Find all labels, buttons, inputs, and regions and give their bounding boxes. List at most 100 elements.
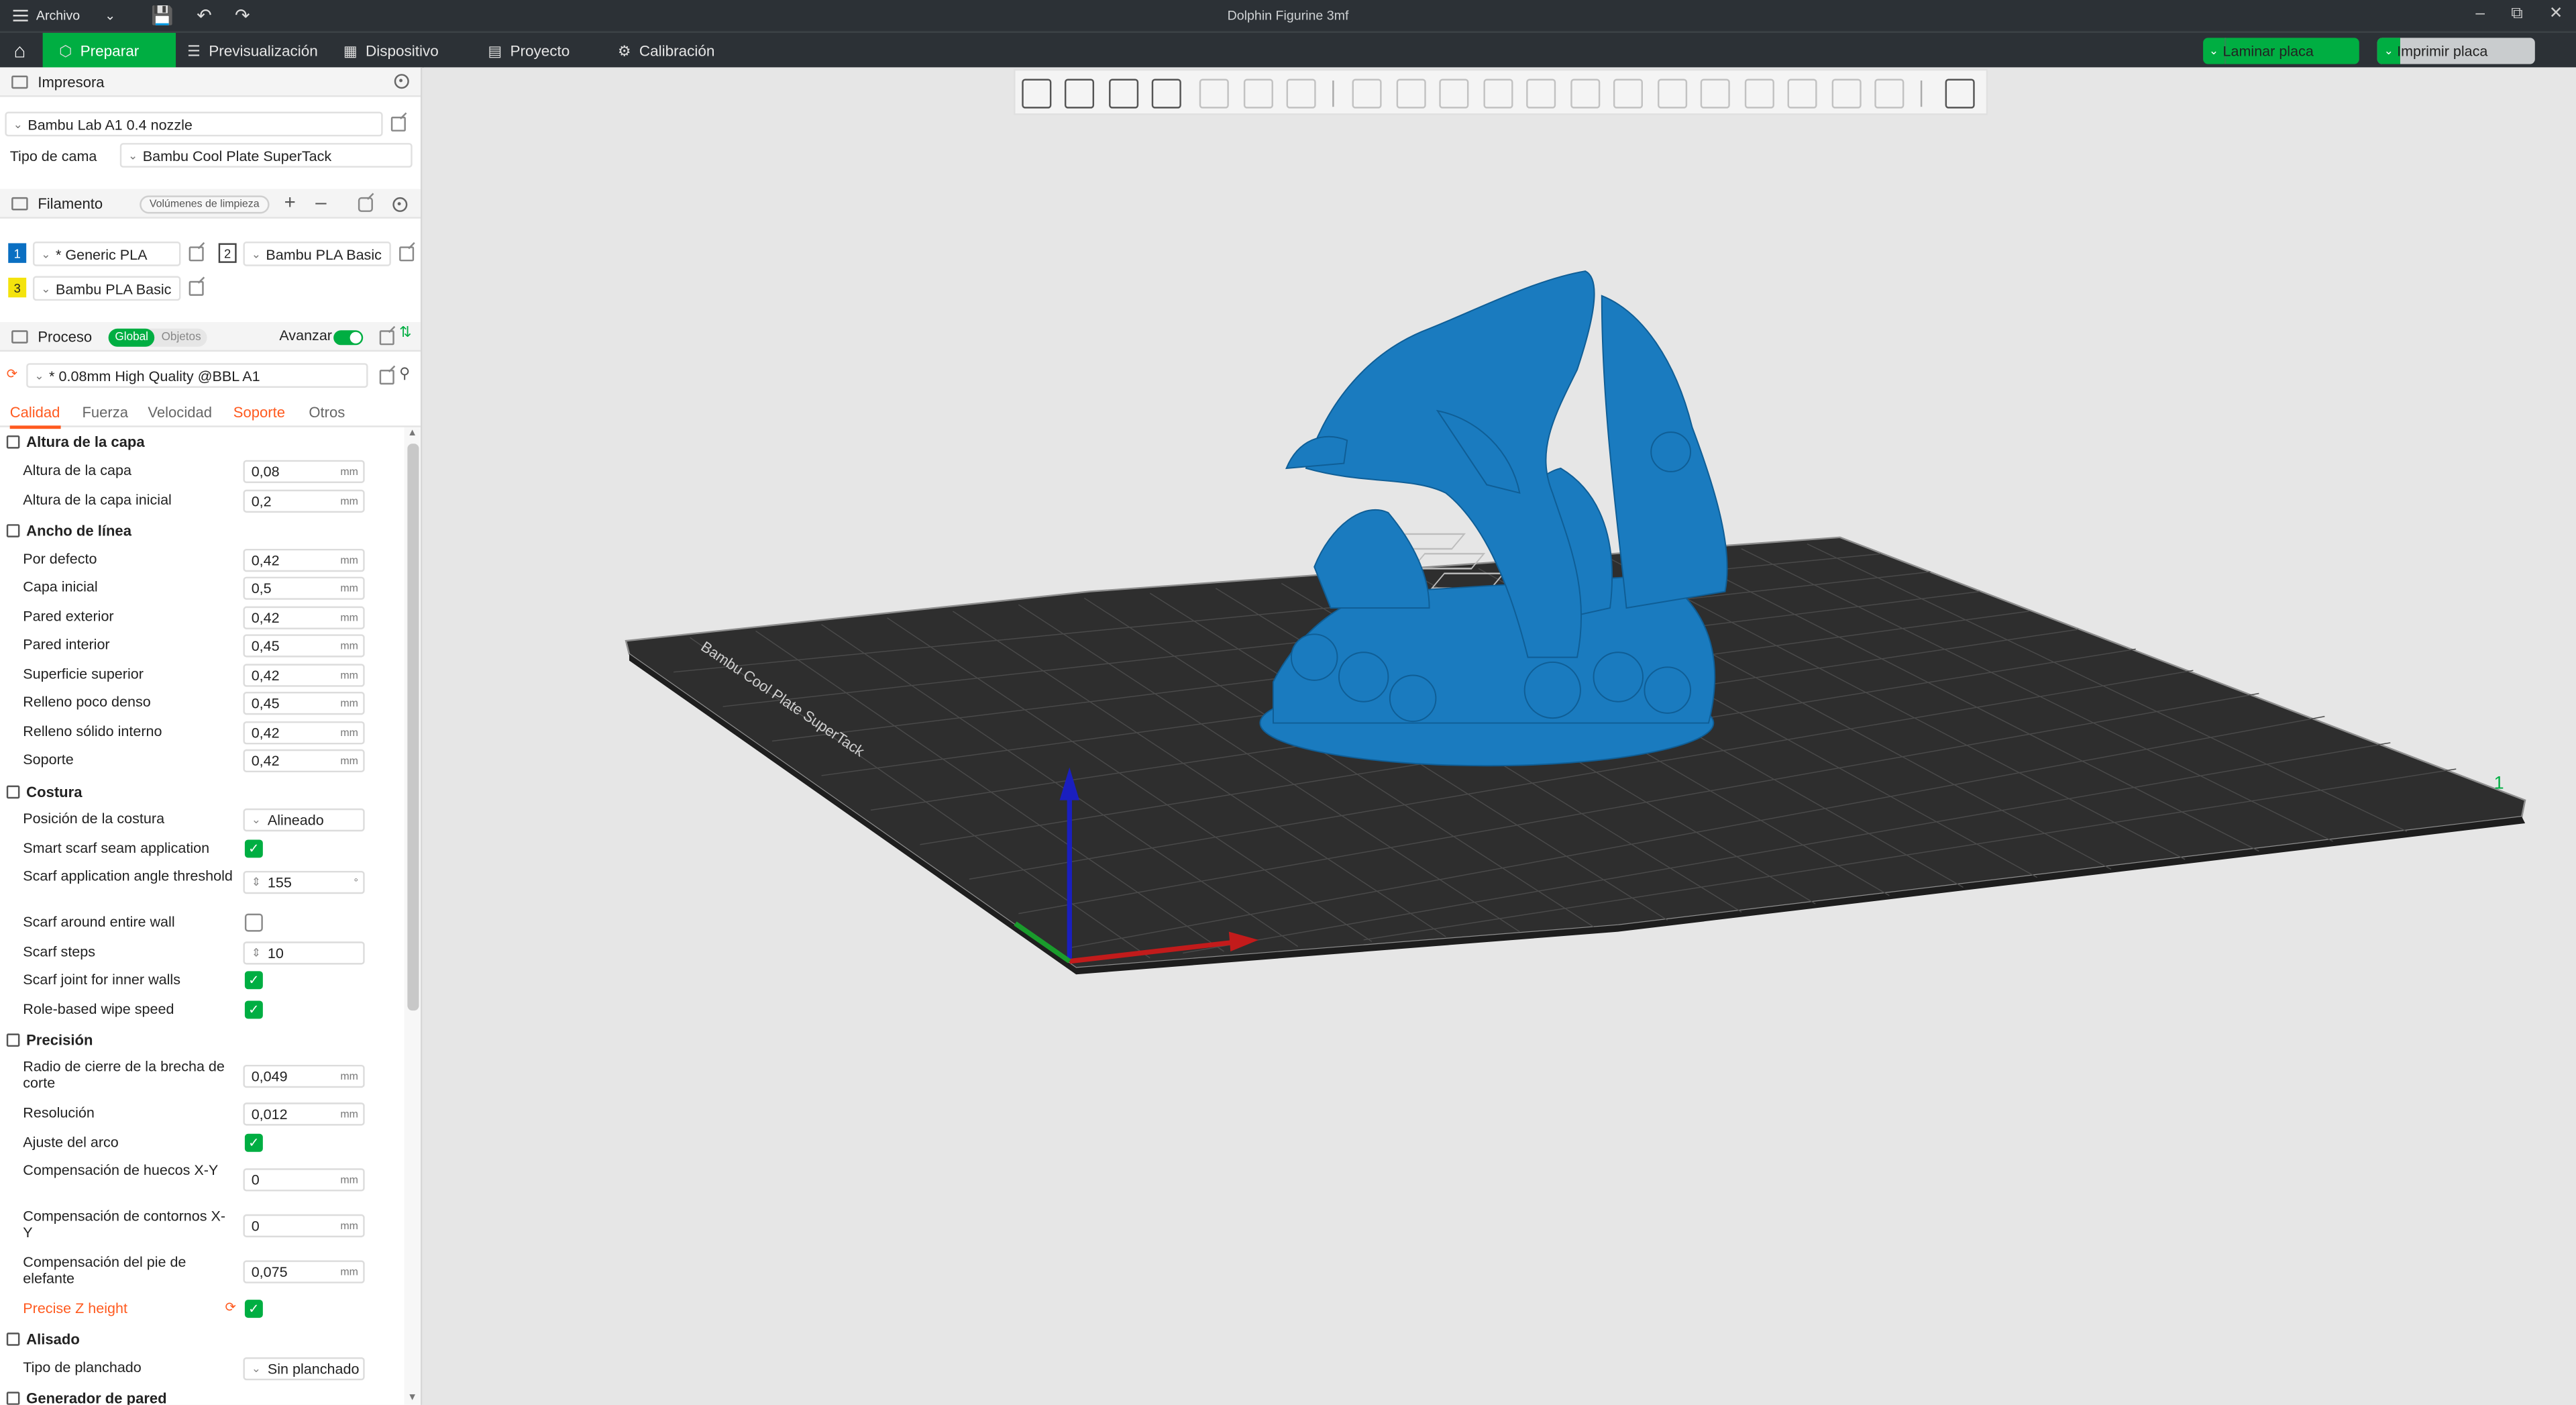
compare-icon[interactable]: ⇅: [399, 323, 411, 342]
add-icon[interactable]: +: [284, 191, 296, 213]
chevron-down-icon: ⌄: [251, 1363, 262, 1375]
unit-label: mm: [340, 756, 358, 768]
slice-plate-button[interactable]: ⌄ Laminar placa: [2203, 38, 2359, 64]
global-option[interactable]: Global: [108, 328, 155, 347]
ironing-type-select[interactable]: ⌄ Sin planchado: [243, 1357, 365, 1381]
process-profile-select[interactable]: ⌄ * 0.08mm High Quality @BBL A1: [26, 363, 368, 388]
stepper-icon[interactable]: ⇕: [252, 876, 261, 889]
unit-label: mm: [340, 641, 358, 653]
tab-project[interactable]: ▤ Proyecto: [472, 33, 586, 69]
xy-hole-comp-input[interactable]: 0 mm: [243, 1168, 365, 1192]
reset-icon[interactable]: ⟳: [225, 1300, 236, 1314]
elephant-foot-input[interactable]: 0,075 mm: [243, 1260, 365, 1284]
filament-slot-2-select[interactable]: ⌄ Bambu PLA Basic: [243, 242, 391, 266]
tab-support[interactable]: Soporte: [233, 404, 285, 420]
scarf-steps-input[interactable]: ⇕ 10: [243, 941, 365, 965]
group-title: Costura: [26, 784, 83, 800]
save-profile-icon[interactable]: [379, 370, 394, 385]
support-width-input[interactable]: 0,42 mm: [243, 749, 365, 773]
tab-preview[interactable]: ☰ Previsualización: [171, 33, 335, 69]
scarf-entire-wall-checkbox[interactable]: [244, 913, 263, 932]
precise-z-checkbox[interactable]: ✓: [244, 1300, 263, 1318]
gear-icon[interactable]: [394, 74, 409, 89]
slice-gap-input[interactable]: 0,049 mm: [243, 1064, 365, 1088]
outer-wall-width-input[interactable]: 0,42 mm: [243, 606, 365, 629]
setting-value: Alineado: [267, 811, 324, 829]
close-icon[interactable]: ✕: [2549, 5, 2563, 23]
minimize-icon[interactable]: –: [2475, 5, 2485, 23]
bed-type-select[interactable]: ⌄ Bambu Cool Plate SuperTack: [119, 143, 413, 168]
settings-list[interactable]: Altura de la capa Altura de la capa 0,08…: [0, 427, 421, 1405]
first-layer-width-input[interactable]: 0,5 mm: [243, 576, 365, 600]
tab-strength[interactable]: Fuerza: [82, 404, 128, 420]
filament-slot-1-select[interactable]: ⌄ * Generic PLA: [32, 242, 181, 266]
scene-canvas[interactable]: Bambu Cool Plate SuperTack 1: [424, 67, 2576, 1404]
tab-speed[interactable]: Velocidad: [148, 404, 212, 420]
unit-label: mm: [340, 698, 358, 710]
filament-slot-3-chip[interactable]: 3: [8, 277, 27, 298]
gear-icon[interactable]: [392, 197, 408, 212]
unit-label: mm: [340, 496, 358, 508]
wall-generator-group: Generador de pared: [0, 1387, 404, 1405]
3d-viewport[interactable]: Bambu Cool Plate SuperTack 1: [423, 67, 2576, 1405]
printer-section-header[interactable]: Impresora: [0, 67, 421, 97]
setting-value: 0: [251, 1217, 260, 1235]
solid-infill-width-input[interactable]: 0,42 mm: [243, 721, 365, 745]
seam-position-select[interactable]: ⌄ Alineado: [243, 808, 365, 832]
tab-device[interactable]: ▦ Dispositivo: [327, 33, 455, 69]
top-surface-width-input[interactable]: 0,42 mm: [243, 664, 365, 687]
tab-others[interactable]: Otros: [309, 404, 345, 420]
filament-slot-3-select[interactable]: ⌄ Bambu PLA Basic: [32, 276, 181, 301]
home-icon[interactable]: ⌂: [0, 33, 40, 69]
global-objects-toggle[interactable]: Global Objetos: [108, 328, 208, 347]
scrollbar-thumb[interactable]: [407, 444, 419, 1011]
setting-value: 0,049: [251, 1068, 288, 1085]
edit-icon[interactable]: [189, 280, 204, 296]
reset-icon[interactable]: ⟳: [7, 366, 17, 381]
print-plate-button[interactable]: ⌄ Imprimir placa: [2377, 38, 2535, 64]
arc-fitting-checkbox[interactable]: ✓: [244, 1133, 263, 1152]
setting-value: 0,42: [251, 725, 280, 741]
group-title: Precisión: [26, 1031, 93, 1049]
search-icon[interactable]: ⚲: [399, 365, 410, 383]
inner-wall-width-input[interactable]: 0,45 mm: [243, 634, 365, 658]
default-width-input[interactable]: 0,42 mm: [243, 548, 365, 572]
restore-icon[interactable]: ⧉: [2511, 5, 2522, 23]
layer-height-input[interactable]: 0,08 mm: [243, 460, 365, 484]
setting-value: 0,5: [251, 580, 272, 596]
setting-value: 0,075: [251, 1263, 288, 1280]
filament-slot-2-chip[interactable]: 2: [218, 243, 237, 263]
tab-prepare[interactable]: ⬡ Preparar: [42, 32, 176, 69]
process-profile-name: * 0.08mm High Quality @BBL A1: [49, 367, 260, 384]
unit-label: mm: [340, 1267, 358, 1279]
filament-slot-1-chip[interactable]: 1: [8, 243, 27, 263]
role-wipe-speed-checkbox[interactable]: ✓: [244, 1000, 263, 1019]
tab-quality[interactable]: Calidad: [9, 404, 60, 429]
smart-scarf-checkbox[interactable]: ✓: [244, 839, 263, 858]
settings-scrollbar[interactable]: ▲ ▼: [404, 427, 421, 1405]
edit-icon[interactable]: [390, 116, 406, 132]
scroll-up-icon[interactable]: ▲: [407, 429, 417, 439]
flush-volumes-button[interactable]: Volúmenes de limpieza: [140, 195, 270, 214]
list-icon[interactable]: [379, 330, 394, 346]
filament-sync-icon[interactable]: [358, 197, 373, 212]
stepper-icon[interactable]: ⇕: [252, 947, 261, 959]
chevron-down-icon: ⌄: [251, 249, 262, 261]
xy-contour-comp-input[interactable]: 0 mm: [243, 1214, 365, 1238]
initial-layer-height-input[interactable]: 0,2 mm: [243, 489, 365, 513]
scroll-down-icon[interactable]: ▼: [407, 1394, 417, 1404]
layer-height-group: Altura de la capa: [0, 431, 404, 454]
scarf-angle-input[interactable]: ⇕ 155 °: [243, 870, 365, 894]
edit-icon[interactable]: [399, 246, 415, 262]
scarf-inner-walls-checkbox[interactable]: ✓: [244, 971, 263, 990]
setting-label: Ajuste del arco: [23, 1133, 119, 1151]
advanced-switch[interactable]: [333, 330, 364, 346]
printer-select[interactable]: ⌄ Bambu Lab A1 0.4 nozzle: [5, 111, 383, 137]
objects-option[interactable]: Objetos: [155, 329, 208, 347]
sparse-infill-width-input[interactable]: 0,45 mm: [243, 692, 365, 715]
resolution-input[interactable]: 0,012 mm: [243, 1102, 365, 1126]
unit-label: mm: [340, 1109, 358, 1121]
edit-icon[interactable]: [189, 246, 204, 262]
remove-icon[interactable]: –: [315, 191, 326, 213]
tab-calibration[interactable]: ⚙ Calibración: [601, 33, 731, 69]
